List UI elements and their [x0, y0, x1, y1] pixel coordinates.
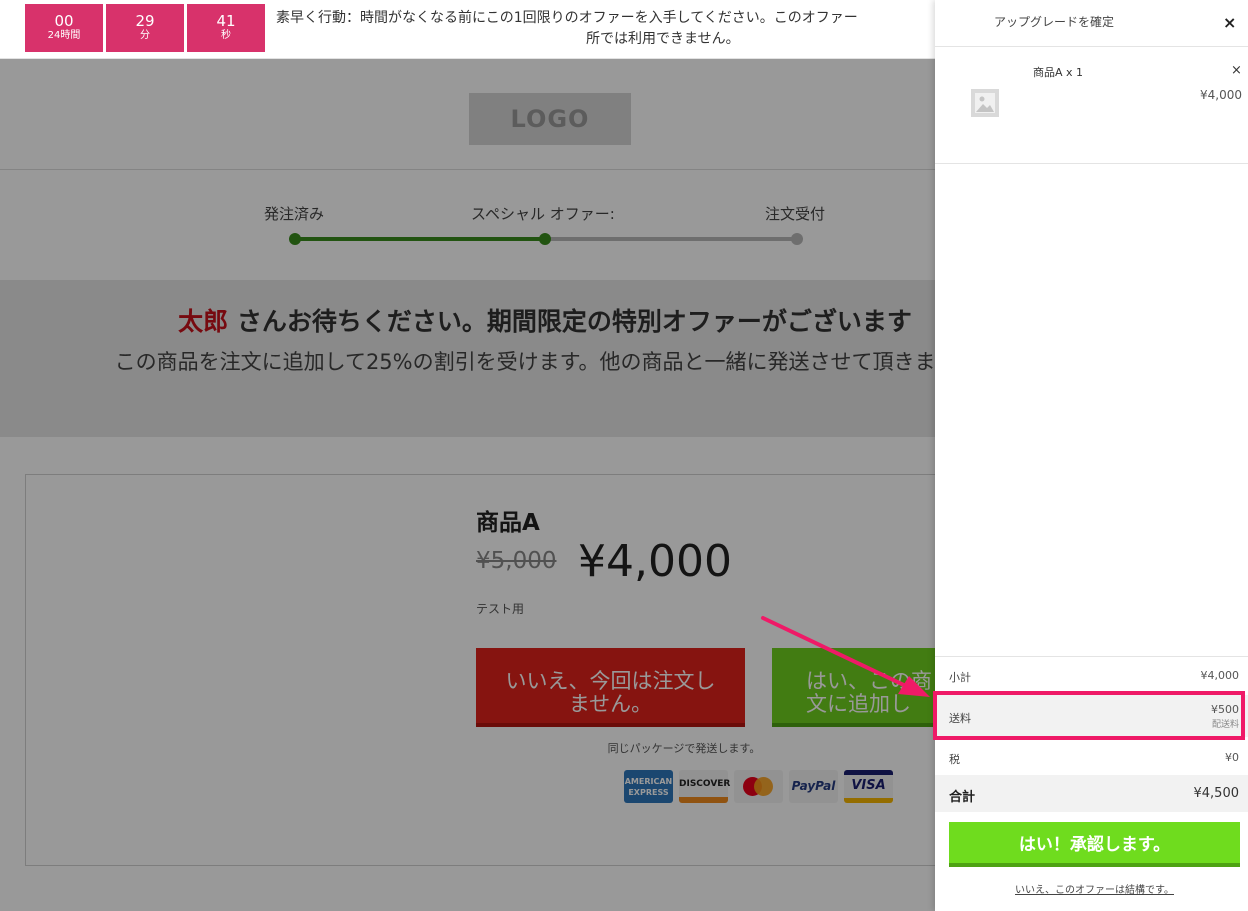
close-icon[interactable]: ×	[1223, 13, 1236, 32]
total-value: ¥4,500	[1193, 786, 1240, 801]
drawer-divider	[935, 46, 1248, 47]
countdown-seconds-unit: 秒	[221, 30, 231, 41]
shipping-highlight-box	[933, 691, 1245, 740]
tax-row: 税 ¥0	[935, 739, 1248, 775]
upgrade-drawer: アップグレードを確定 × 商品A x 1 × ¥4,000 小計 ¥4,000 …	[935, 0, 1248, 911]
subtotal-label: 小計	[949, 671, 971, 684]
countdown-hours-value: 00	[54, 12, 74, 30]
remove-item-icon[interactable]: ×	[1231, 63, 1242, 78]
countdown-minutes-value: 29	[135, 12, 155, 30]
subtotal-value: ¥4,000	[1200, 669, 1240, 682]
image-placeholder-icon	[971, 89, 999, 117]
drawer-title: アップグレードを確定	[993, 15, 1114, 29]
countdown-minutes-unit: 分	[140, 30, 150, 41]
decline-offer-link[interactable]: いいえ、このオファーは結構です。	[949, 881, 1240, 896]
urgency-text-line1: 素早く行動：時間がなくなる前にこの1回限りのオファーを入手してください。このオフ…	[276, 10, 858, 26]
countdown-seconds: 41 秒	[187, 4, 265, 52]
total-row: 合計 ¥4,500	[935, 775, 1248, 812]
total-label: 合計	[949, 790, 976, 805]
tax-value: ¥0	[1225, 751, 1239, 764]
countdown-hours: 00 24時間	[25, 4, 103, 52]
countdown-seconds-value: 41	[216, 12, 236, 30]
confirm-upgrade-button[interactable]: はい！承認します。	[949, 822, 1240, 867]
cart-item-name: 商品A x 1	[1033, 66, 1084, 79]
cart-item-price: ¥4,000	[1200, 88, 1242, 102]
countdown-minutes: 29 分	[106, 4, 184, 52]
drawer-divider	[935, 163, 1248, 164]
tax-label: 税	[949, 753, 960, 766]
subtotal-row: 小計 ¥4,000	[935, 657, 1248, 694]
countdown-hours-unit: 24時間	[47, 30, 81, 41]
